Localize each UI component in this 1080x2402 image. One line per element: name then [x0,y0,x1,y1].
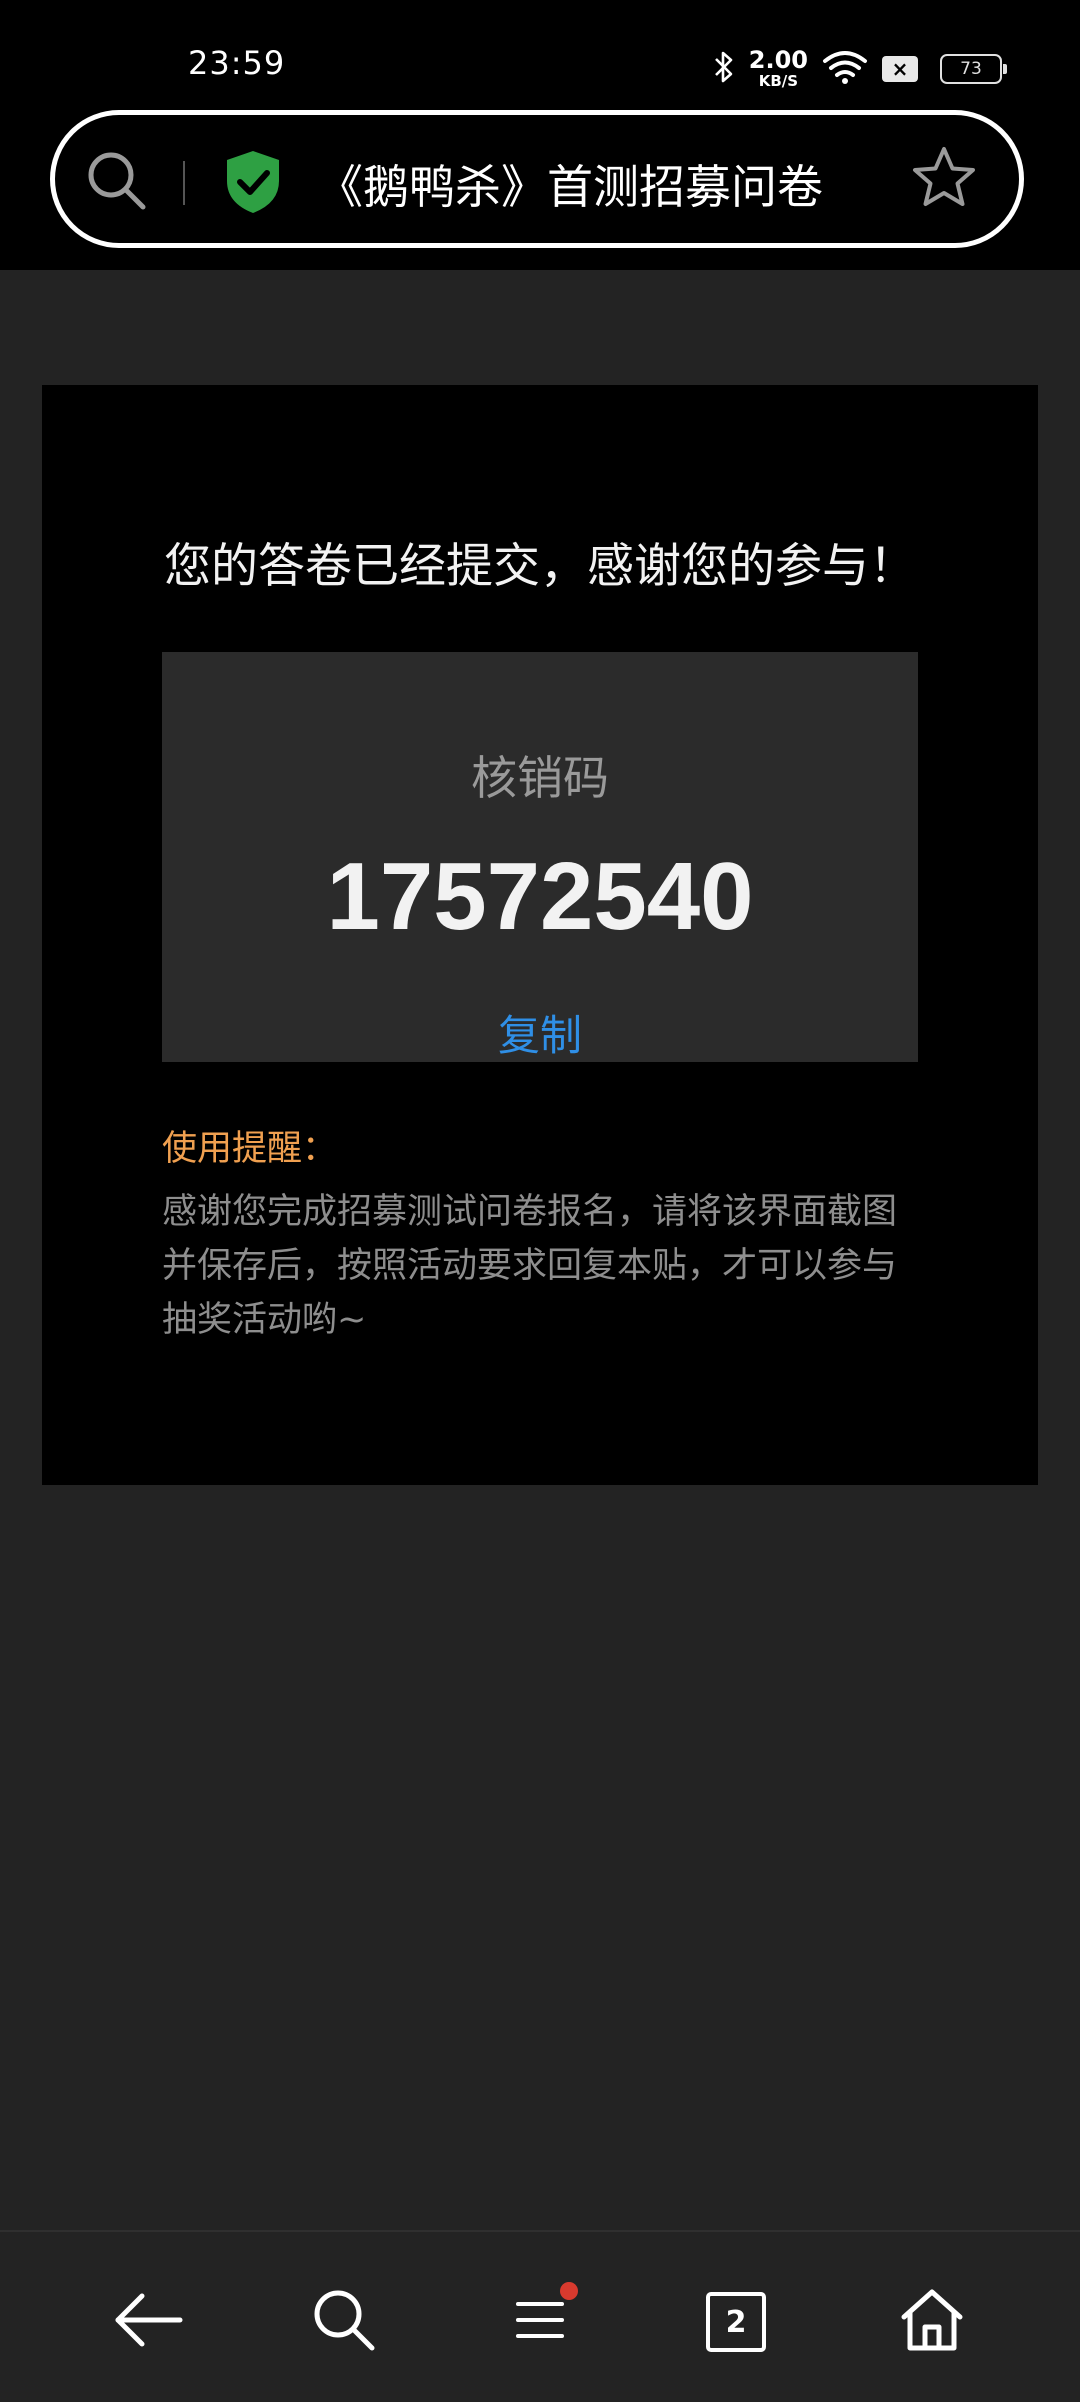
submission-card: 您的答卷已经提交，感谢您的参与！ 核销码 17572540 复制 使用提醒： 感… [42,385,1038,1485]
status-icons: 2.00 KB/S × 73 [713,48,1007,89]
status-time: 23:59 [188,44,286,82]
address-divider [183,161,185,205]
status-bar: 23:59 2.00 KB/S × 73 [0,0,1080,110]
net-speed-unit: KB/S [758,72,799,90]
sim-off-icon: × [882,55,918,82]
notification-dot [560,2282,578,2300]
net-speed-value: 2.00 [748,46,808,74]
battery-level: 73 [960,58,982,79]
submission-headline: 您的答卷已经提交，感谢您的参与！ [164,539,916,594]
code-label: 核销码 [471,751,609,805]
copy-button[interactable]: 复制 [162,1002,918,1063]
menu-icon [512,2296,568,2348]
address-area: 《鹅鸭杀》首测招募问卷 [0,110,1080,270]
code-box: 核销码 17572540 复制 [162,652,918,1062]
reminder-title: 使用提醒： [162,1129,338,1169]
battery-icon: 73 [940,53,1007,84]
reminder: 使用提醒： 感谢您完成招募测试问卷报名，请将该界面截图并保存后，按照活动要求回复… [162,1120,922,1347]
menu-button[interactable] [500,2282,580,2362]
tab-count: 2 [725,2304,747,2340]
bluetooth-icon [713,50,735,88]
home-button[interactable] [892,2282,972,2362]
code-value: 17572540 [326,843,754,950]
search-icon [311,2287,377,2357]
shield-check-icon[interactable] [223,149,283,219]
back-icon [112,2290,184,2354]
home-icon [898,2287,966,2357]
wifi-icon [822,49,868,89]
net-speed: 2.00 KB/S [749,48,808,89]
back-button[interactable] [108,2282,188,2362]
star-icon[interactable] [911,145,977,215]
page-title[interactable]: 《鹅鸭杀》首测招募问卷 [317,151,823,217]
tabs-icon: 2 [706,2292,766,2352]
search-icon[interactable] [85,149,149,217]
reminder-body: 感谢您完成招募测试问卷报名，请将该界面截图并保存后，按照活动要求回复本贴，才可以… [162,1192,898,1340]
address-bar[interactable]: 《鹅鸭杀》首测招募问卷 [50,110,1024,248]
search-button[interactable] [304,2282,384,2362]
bottom-nav: 2 [0,2230,1080,2402]
tabs-button[interactable]: 2 [696,2282,776,2362]
